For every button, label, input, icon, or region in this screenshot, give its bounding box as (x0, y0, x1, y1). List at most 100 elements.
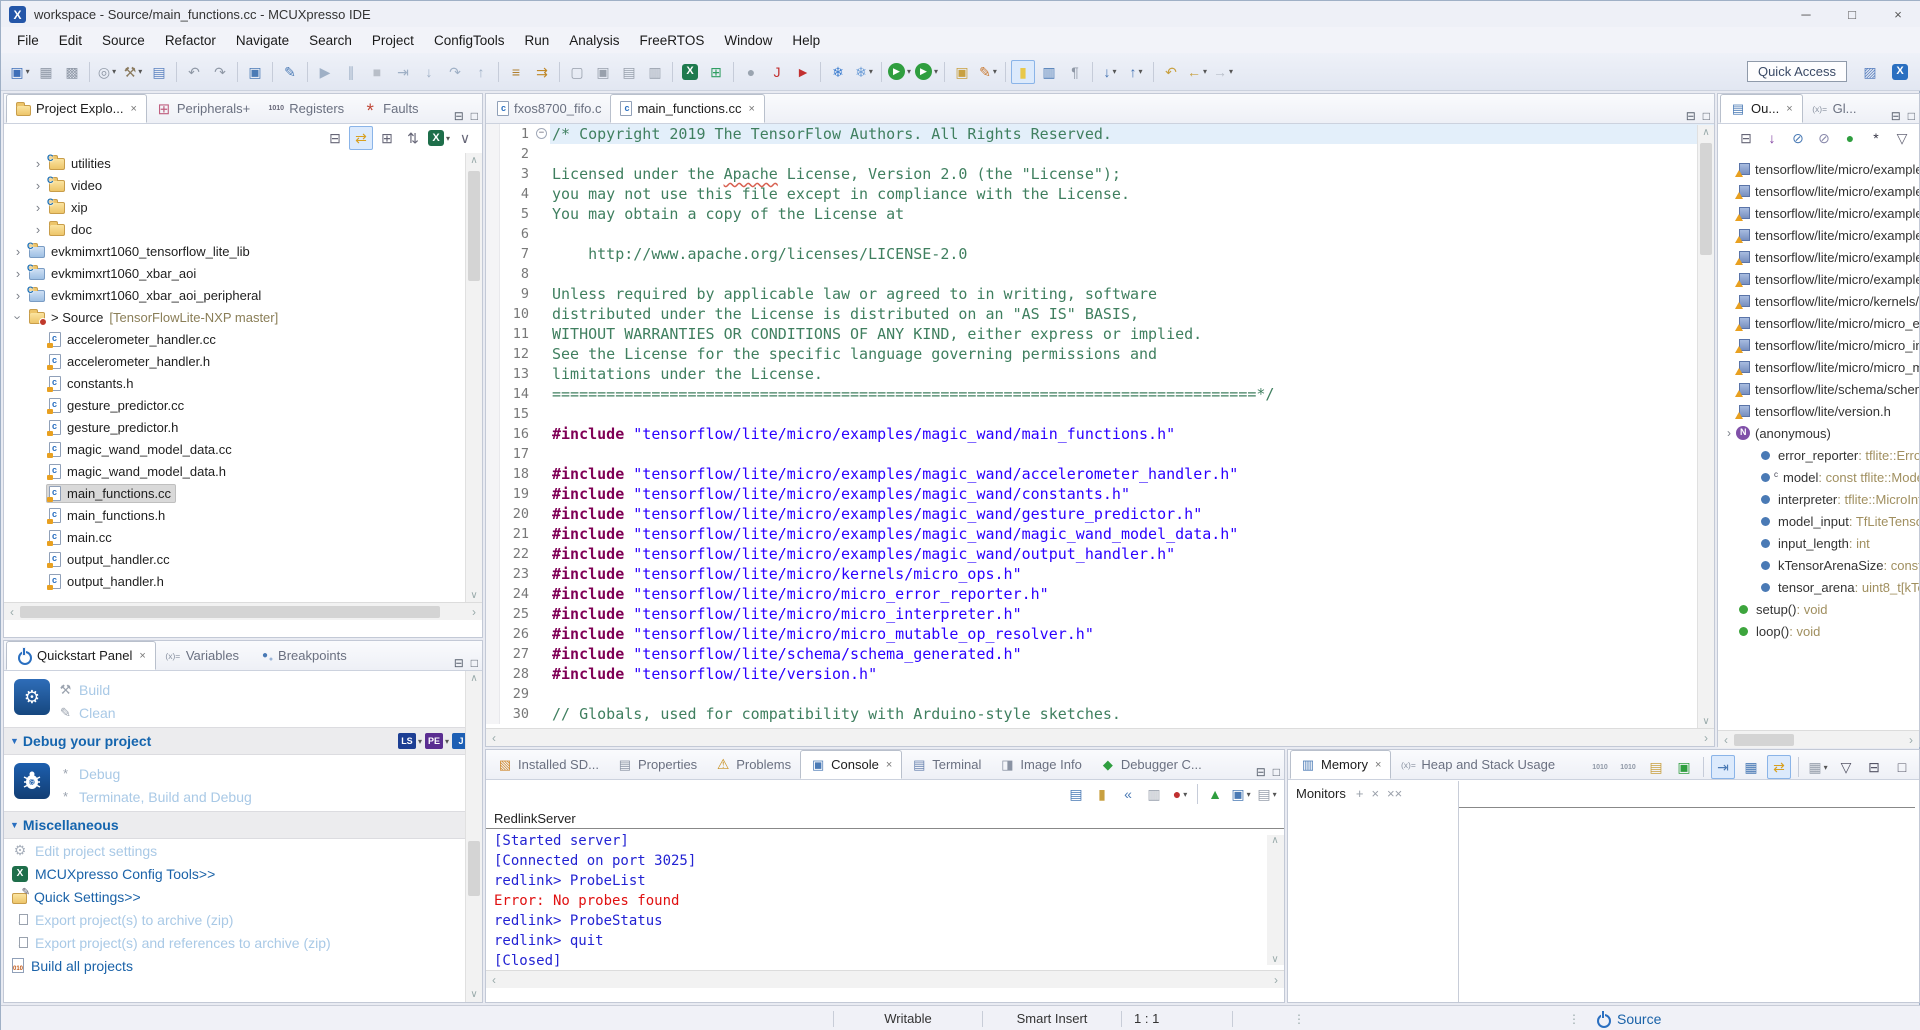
maximize-button[interactable]: □ (1829, 1, 1875, 27)
tree-item-main-functions-cc[interactable]: main_functions.cc (4, 482, 482, 504)
sync-icon[interactable]: ⇅ (401, 126, 425, 150)
code-line-8[interactable]: 8 (486, 264, 1714, 284)
build-icon[interactable]: ⚒▾ (121, 60, 145, 84)
minimize-button[interactable]: ─ (1783, 1, 1829, 27)
code-line-13[interactable]: 13limitations under the License. (486, 364, 1714, 384)
console-vertical-scrollbar[interactable]: ∧ ∨ (1267, 835, 1284, 965)
tree-item-constants-h[interactable]: constants.h (4, 372, 482, 394)
code-line-25[interactable]: 25#include "tensorflow/lite/micro/micro_… (486, 604, 1714, 624)
quickstart-clean-link[interactable]: ✎Clean (58, 702, 116, 723)
outline-item-tensorflow-lite-micro-kernels-micro-ops-h[interactable]: tensorflow/lite/micro/kernels/micro_ops.… (1718, 290, 1919, 312)
code-line-27[interactable]: 27#include "tensorflow/lite/schema/schem… (486, 644, 1714, 664)
scrollbar-thumb[interactable] (468, 171, 480, 281)
menu-navigate[interactable]: Navigate (226, 30, 299, 51)
scrollbar-thumb[interactable] (1734, 734, 1794, 746)
probe-badge-ls[interactable]: LS▾ (398, 733, 422, 749)
config-tools-icon[interactable]: X (678, 60, 702, 84)
menu-freertos[interactable]: FreeRTOS (630, 30, 715, 51)
forward-history-icon[interactable]: →▾ (1211, 60, 1235, 84)
outline-tab-gl[interactable]: Gl... (1803, 94, 1866, 123)
menu-source[interactable]: Source (92, 30, 155, 51)
menu-search[interactable]: Search (299, 30, 362, 51)
code-editor[interactable]: 1−/* Copyright 2019 The TensorFlow Autho… (486, 124, 1714, 728)
word-wrap-icon[interactable]: « (1116, 782, 1140, 806)
close-icon[interactable]: × (1786, 103, 1792, 115)
code-line-15[interactable]: 15 (486, 404, 1714, 424)
prev-annotation-icon[interactable]: ↑▾ (1124, 60, 1148, 84)
duplicate-icon[interactable]: ▣ (591, 60, 615, 84)
scroll-left-icon[interactable]: ‹ (4, 605, 20, 619)
binary-build-icon[interactable]: ▤ (147, 60, 171, 84)
code-line-6[interactable]: 6 (486, 224, 1714, 244)
resume-icon[interactable]: ▶ (313, 60, 337, 84)
project-tree-vertical-scrollbar[interactable]: ∧ ∨ (465, 153, 482, 603)
code-line-19[interactable]: 19#include "tensorflow/lite/micro/exampl… (486, 484, 1714, 504)
code-line-3[interactable]: 3Licensed under the Apache License, Vers… (486, 164, 1714, 184)
scroll-down-icon[interactable]: ∨ (1267, 954, 1283, 965)
remove-monitor-icon[interactable]: × (1371, 786, 1379, 801)
sort-az-icon[interactable]: ↓ (1760, 126, 1784, 150)
code-line-12[interactable]: 12See the License for the specific langu… (486, 344, 1714, 364)
misc-section-header[interactable]: ▼ Miscellaneous (4, 811, 482, 839)
menu-window[interactable]: Window (714, 30, 782, 51)
tree-chevron-icon[interactable]: › (10, 244, 26, 259)
pin-editor-icon[interactable]: ✎ (278, 60, 302, 84)
code-line-7[interactable]: 7 http://www.apache.org/licenses/LICENSE… (486, 244, 1714, 264)
outline-item-input-length[interactable]: input_length : int (1718, 532, 1919, 554)
focus-grid-icon[interactable]: ⊞ (375, 126, 399, 150)
scrollbar-thumb[interactable] (468, 841, 480, 896)
remove-all-monitors-icon[interactable]: ×× (1387, 786, 1402, 801)
quickstart-edit-project-settings-link[interactable]: Edit project settings (4, 839, 482, 862)
console-tab-image-info[interactable]: Image Info (990, 750, 1090, 779)
hide-inactive-icon[interactable]: * (1864, 126, 1888, 150)
open-perspective-icon[interactable]: ▨ (1858, 60, 1882, 84)
view-menu-icon[interactable]: ▽ (1890, 126, 1914, 150)
open-type-icon[interactable]: ▣ (950, 60, 974, 84)
code-line-2[interactable]: 2 (486, 144, 1714, 164)
outline-item-tensorflow-lite-micro-examples-magic-wand-main-functions-h[interactable]: tensorflow/lite/micro/examples/magic_wan… (1718, 158, 1919, 180)
collapse-all-icon[interactable]: ⊟ (323, 126, 347, 150)
code-line-4[interactable]: 4you may not use this file except in com… (486, 184, 1714, 204)
code-line-16[interactable]: 16#include "tensorflow/lite/micro/exampl… (486, 424, 1714, 444)
show-stdout-icon[interactable]: ▥ (1142, 782, 1166, 806)
pin-link-icon[interactable]: ●▾ (1168, 782, 1192, 806)
add-monitor-icon[interactable]: + (1356, 786, 1364, 801)
switch-layout-icon[interactable]: ⇄ (1767, 755, 1791, 779)
menu-project[interactable]: Project (362, 30, 424, 51)
import-1010-icon[interactable]: 1010 (1616, 755, 1640, 779)
project-explorer-tab-project-explo[interactable]: Project Explo...× (6, 94, 147, 123)
quickstart-build-link[interactable]: ⚒Build (58, 679, 116, 700)
show-whitespace-icon[interactable]: ¶ (1063, 60, 1087, 84)
code-line-21[interactable]: 21#include "tensorflow/lite/micro/exampl… (486, 524, 1714, 544)
open-element-icon[interactable]: ▣ (243, 60, 267, 84)
maximize-view-icon[interactable]: □ (471, 656, 478, 670)
link-with-editor-icon[interactable]: ⇄ (349, 126, 373, 150)
freeze-all-icon[interactable]: ❄▾ (852, 60, 876, 84)
scrollbar-thumb[interactable] (1700, 143, 1712, 255)
minimize-view-icon[interactable]: ⊟ (1256, 765, 1266, 779)
save-icon[interactable]: ▦ (34, 60, 58, 84)
step-return-icon[interactable]: ↑ (469, 60, 493, 84)
flag-icon[interactable]: ► (791, 60, 815, 84)
editor-horizontal-scrollbar[interactable]: ‹ › (486, 728, 1714, 746)
minimize-view-icon[interactable]: ⊟ (454, 109, 464, 123)
outline-chevron-icon[interactable]: › (1722, 426, 1736, 440)
copy-icon[interactable]: ▢ (565, 60, 589, 84)
minimize-view-icon[interactable]: ⊟ (1686, 109, 1696, 123)
fold-minus-icon[interactable]: − (536, 128, 547, 139)
outline-item-tensorflow-lite-micro-examples-magic-wand-constants-h[interactable]: tensorflow/lite/micro/examples/magic_wan… (1718, 202, 1919, 224)
close-button[interactable]: × (1875, 1, 1920, 27)
profile-icon[interactable]: ⇉ (530, 60, 554, 84)
display-selected-icon[interactable]: ▣▾ (1229, 782, 1253, 806)
tree-item-utilities[interactable]: ›utilities (4, 152, 482, 174)
undo-icon[interactable]: ↶ (182, 60, 206, 84)
tree-item-accelerometer-handler-h[interactable]: accelerometer_handler.h (4, 350, 482, 372)
scroll-down-icon[interactable]: ∨ (1698, 716, 1714, 727)
tree-item-main-functions-h[interactable]: main_functions.h (4, 504, 482, 526)
menu-run[interactable]: Run (515, 30, 560, 51)
outline-item-tensorflow-lite-micro-micro-error-reporter-h[interactable]: tensorflow/lite/micro/micro_error_report… (1718, 312, 1919, 334)
code-line-10[interactable]: 10distributed under the License is distr… (486, 304, 1714, 324)
maximize-view-icon[interactable]: □ (1703, 109, 1710, 123)
scroll-lock-icon[interactable]: ▮ (1090, 782, 1114, 806)
quickstart-tab-breakpoints[interactable]: Breakpoints (248, 641, 356, 670)
